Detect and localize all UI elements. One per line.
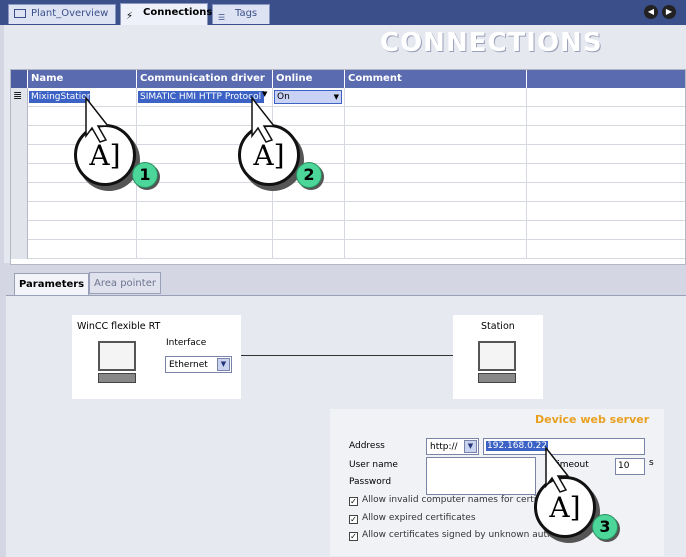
callout-number: 2 [296,162,322,188]
station-title: Station [481,321,515,332]
row-selector [11,240,28,259]
cell [28,202,137,221]
callout-number: 3 [592,514,618,540]
column-header-comment[interactable]: Comment [345,70,527,88]
username-label: User name [349,460,398,470]
editor-tab-bar: Plant_Overview ⚡ Connections ☰ Tags ◀ ▶ [0,0,686,25]
timeout-unit: s [649,458,654,468]
checkbox-unknown-authorities[interactable]: ✓ [349,532,358,541]
interface-label: Interface [166,338,207,348]
cell [345,145,527,164]
row-selector [11,202,28,221]
tab-label: Connections [143,7,213,18]
cell [273,240,345,259]
cell [345,126,527,145]
screen-icon [14,9,26,18]
cell [137,240,273,259]
rt-device-box: WinCC flexible RT Interface Ethernet ▼ [72,315,241,399]
check-label: Allow expired certificates [362,513,476,523]
protocol-value: http:// [430,442,458,452]
connections-icon: ⚡ [126,11,134,22]
rt-title: WinCC flexible RT [77,321,161,332]
password-label: Password [349,477,392,487]
row-selector [11,126,28,145]
tab-label: Plant_Overview [31,8,109,19]
chevron-down-icon: ▼ [464,440,477,453]
cell [345,183,527,202]
hmi-device-icon [98,341,136,385]
editor-banner: CONNECTIONS [380,28,603,58]
column-header-empty [527,70,685,88]
online-select[interactable]: On ▼ [274,90,342,104]
cell [345,202,527,221]
cell [137,221,273,240]
row-selector[interactable]: ≣ [11,88,28,107]
address-label: Address [349,441,385,451]
cell [345,164,527,183]
station-icon [478,341,516,385]
chevron-down-icon: ▼ [217,358,230,371]
table-row-empty [11,240,685,259]
column-header-name[interactable]: Name [28,70,137,88]
tab-connections[interactable]: ⚡ Connections [120,3,212,25]
interface-value: Ethernet [169,360,208,370]
corner-header [11,70,28,88]
tab-parameters[interactable]: Parameters [14,273,90,295]
scroll-right-icon[interactable]: ▶ [662,5,676,19]
protocol-select[interactable]: http:// ▼ [426,438,479,455]
tags-icon: ☰ [218,13,226,22]
tab-label: Tags [235,8,258,19]
checkbox-expired-certs[interactable]: ✓ [349,515,358,524]
cell [28,240,137,259]
table-row-empty [11,221,685,240]
interface-select[interactable]: Ethernet ▼ [165,356,232,373]
station-box: Station [453,315,543,399]
callout-number: 1 [132,162,158,188]
cell [273,221,345,240]
table-row-empty [11,202,685,221]
row-selector [11,145,28,164]
tab-tags[interactable]: ☰ Tags [212,4,270,24]
row-selector [11,221,28,240]
credentials-input[interactable] [426,457,536,495]
timeout-value: 10 [618,461,630,471]
scroll-left-icon[interactable]: ◀ [644,5,658,19]
pointer-arrow-icon [251,96,276,143]
cell [28,221,137,240]
timeout-input[interactable]: 10 [615,458,645,475]
row-selector [11,183,28,202]
row-selector [11,107,28,126]
checkbox-invalid-names[interactable]: ✓ [349,497,358,506]
pointer-arrow-icon [85,96,110,143]
pointer-arrow-icon [545,446,570,493]
row-selector [11,164,28,183]
tab-plant-overview[interactable]: Plant_Overview [8,4,116,24]
cell [345,107,527,126]
cell [273,202,345,221]
column-header-online[interactable]: Online [273,70,345,88]
cell-comment[interactable] [345,88,527,107]
tab-area-pointer[interactable]: Area pointer [89,272,161,294]
cell [345,240,527,259]
row-menu-icon: ≣ [13,89,23,102]
connection-line [241,355,453,356]
column-header-driver[interactable]: Communication driver [137,70,273,88]
cell [137,202,273,221]
cell [345,221,527,240]
device-web-server-title: Device web server [535,413,650,426]
chevron-down-icon: ▼ [333,93,339,101]
